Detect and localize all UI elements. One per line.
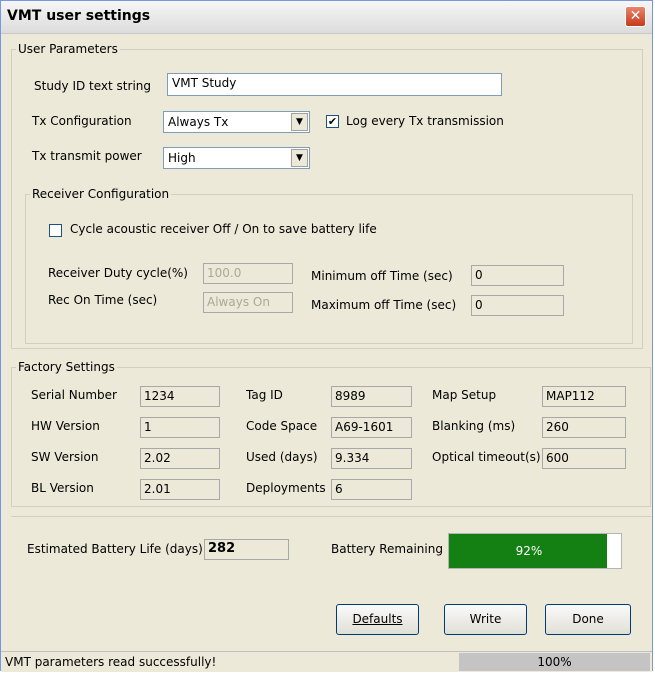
tx-config-label: Tx Configuration	[32, 114, 132, 128]
rec-on-time-field[interactable]: Always On	[203, 292, 293, 313]
battery-life-label: Estimated Battery Life (days)	[27, 542, 203, 556]
optical-timeout-label: Optical timeout(s)	[432, 450, 541, 464]
cycle-receiver-label[interactable]: Cycle acoustic receiver Off / On to save…	[70, 222, 377, 236]
sw-version-value: 2.02	[140, 448, 220, 469]
factory-settings-legend: Factory Settings	[16, 360, 117, 374]
done-button-label: Done	[572, 612, 604, 626]
user-parameters-legend: User Parameters	[16, 42, 120, 56]
study-id-input[interactable]: VMT Study	[167, 73, 502, 96]
title-bar: VMT user settings ✕	[1, 1, 652, 34]
bl-version-label: BL Version	[31, 481, 94, 495]
log-tx-checkbox[interactable]: ✔	[326, 115, 339, 128]
used-days-label: Used (days)	[246, 450, 318, 464]
chevron-down-icon[interactable]: ▼	[291, 149, 308, 167]
cycle-receiver-checkbox[interactable]	[49, 224, 62, 237]
write-button[interactable]: Write	[444, 604, 527, 635]
tx-power-select[interactable]: High ▼	[163, 147, 310, 169]
rec-on-time-label: Rec On Time (sec)	[48, 293, 158, 307]
bl-version-value: 2.01	[140, 479, 220, 500]
vmt-settings-window: VMT user settings ✕ User Parameters Stud…	[0, 0, 653, 672]
optical-timeout-value: 600	[542, 448, 626, 469]
map-setup-label: Map Setup	[432, 388, 497, 402]
done-button[interactable]: Done	[545, 604, 631, 635]
sw-version-label: SW Version	[31, 450, 99, 464]
deployments-value: 6	[331, 479, 412, 500]
chevron-down-icon[interactable]: ▼	[291, 113, 308, 131]
blanking-label: Blanking (ms)	[432, 419, 516, 433]
defaults-button-label: Defaults	[352, 612, 403, 626]
serial-number-value: 1234	[140, 386, 220, 407]
battery-divider	[11, 516, 651, 517]
battery-remaining-label: Battery Remaining	[331, 542, 443, 556]
code-space-label: Code Space	[246, 419, 318, 433]
write-button-label: Write	[469, 612, 502, 626]
min-off-time-label: Minimum off Time (sec)	[311, 269, 453, 283]
status-message: VMT parameters read successfully!	[5, 655, 217, 669]
close-button[interactable]: ✕	[625, 6, 646, 27]
duty-cycle-field[interactable]: 100.0	[203, 263, 293, 284]
serial-number-label: Serial Number	[31, 388, 117, 402]
study-id-label: Study ID text string	[34, 79, 151, 93]
close-icon: ✕	[629, 8, 642, 24]
status-bar: VMT parameters read successfully! 100%	[1, 651, 652, 672]
min-off-time-field[interactable]: 0	[471, 265, 564, 286]
window-title: VMT user settings	[7, 8, 151, 24]
blanking-value: 260	[542, 417, 626, 438]
duty-cycle-label: Receiver Duty cycle(%)	[48, 266, 188, 280]
tx-power-value: High	[168, 151, 196, 165]
status-progress: 100%	[459, 653, 650, 671]
defaults-button[interactable]: Defaults	[336, 604, 419, 635]
battery-remaining-text: 92%	[515, 544, 543, 558]
receiver-config-legend: Receiver Configuration	[30, 187, 172, 201]
map-setup-value: MAP112	[542, 386, 626, 407]
battery-life-value: 282	[204, 539, 289, 560]
hw-version-value: 1	[140, 417, 220, 438]
hw-version-label: HW Version	[31, 419, 100, 433]
battery-remaining-bar: 92%	[448, 533, 622, 569]
tag-id-value: 8989	[331, 386, 412, 407]
tx-config-select[interactable]: Always Tx ▼	[163, 111, 310, 133]
max-off-time-label: Maximum off Time (sec)	[311, 298, 457, 312]
code-space-value: A69-1601	[331, 417, 412, 438]
deployments-label: Deployments	[246, 481, 326, 495]
tx-config-value: Always Tx	[168, 115, 229, 129]
log-tx-label[interactable]: Log every Tx transmission	[346, 114, 504, 128]
max-off-time-field[interactable]: 0	[471, 295, 564, 316]
tag-id-label: Tag ID	[246, 388, 283, 402]
tx-power-label: Tx transmit power	[32, 149, 142, 163]
used-days-value: 9.334	[331, 448, 412, 469]
